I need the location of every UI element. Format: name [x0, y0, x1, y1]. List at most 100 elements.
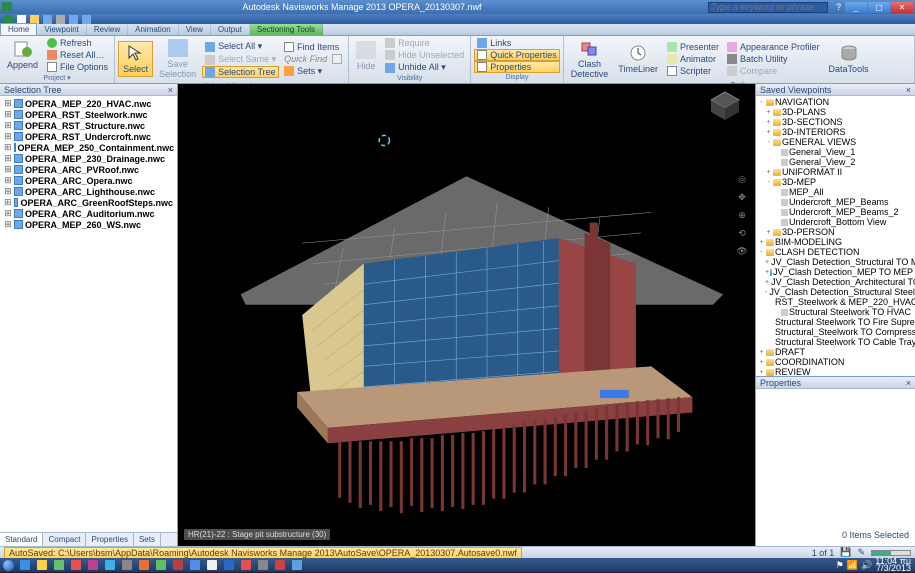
viewpoint-item[interactable]: +3D-PLANS	[757, 107, 914, 117]
scripter-button[interactable]: Scripter	[664, 65, 722, 77]
expand-icon[interactable]: -	[758, 249, 765, 256]
expand-icon[interactable]: +	[765, 169, 772, 176]
selection-tree-body[interactable]: ⊞OPERA_MEP_220_HVAC.nwc⊞OPERA_RST_Steelw…	[0, 96, 177, 532]
viewpoint-item[interactable]: Structural_Steelwork TO Compressed Air	[757, 327, 914, 337]
zoom-icon[interactable]: ⊕	[735, 210, 749, 224]
expand-icon[interactable]: -	[765, 179, 772, 186]
expand-icon[interactable]: +	[765, 279, 769, 286]
unhide-all-button[interactable]: Unhide All ▾	[382, 61, 467, 74]
tree-item[interactable]: ⊞OPERA_MEP_250_Containment.nwc	[2, 142, 175, 153]
appearance-profiler-button[interactable]: Appearance Profiler	[724, 41, 823, 53]
expand-icon[interactable]: ⊞	[4, 153, 12, 164]
taskbar-app-icon[interactable]	[220, 559, 237, 572]
window-minimize-button[interactable]: _	[845, 2, 867, 13]
reset-all-button[interactable]: Reset All…	[44, 49, 111, 61]
links-button[interactable]: Links	[474, 37, 560, 49]
redo-icon[interactable]	[82, 15, 91, 24]
expand-icon[interactable]: ⊞	[4, 164, 12, 175]
start-button[interactable]	[0, 558, 16, 572]
viewpoint-item[interactable]: +3D-PERSON	[757, 227, 914, 237]
viewpoint-item[interactable]: -GENERAL VIEWS	[757, 137, 914, 147]
expand-icon[interactable]: +	[765, 109, 772, 116]
tree-item[interactable]: ⊞OPERA_ARC_Opera.nwc	[2, 175, 175, 186]
expand-icon[interactable]: +	[765, 129, 772, 136]
viewpoint-item[interactable]: -NAVIGATION	[757, 97, 914, 107]
viewpoint-item[interactable]: MEP_All	[757, 187, 914, 197]
window-maximize-button[interactable]: ▢	[868, 2, 890, 13]
help-icon[interactable]: ?	[836, 2, 841, 12]
selection-tree-button[interactable]: Selection Tree	[202, 66, 279, 78]
viewpoint-item[interactable]: Undercroft_MEP_Beams_2	[757, 207, 914, 217]
viewpoint-item[interactable]: +BIM-MODELING	[757, 237, 914, 247]
tree-tab-compact[interactable]: Compact	[43, 533, 86, 546]
taskbar-app-icon[interactable]	[288, 559, 305, 572]
tree-item[interactable]: ⊞OPERA_MEP_260_WS.nwc	[2, 219, 175, 230]
tab-review[interactable]: Review	[87, 24, 128, 35]
viewpoint-item[interactable]: +JV_Clash Detection_Architectural TO MEP	[757, 277, 914, 287]
tree-item[interactable]: ⊞OPERA_ARC_Auditorium.nwc	[2, 208, 175, 219]
expand-icon[interactable]: ⊞	[4, 98, 12, 109]
tray-flag-icon[interactable]: ⚑	[836, 560, 844, 571]
viewpoint-item[interactable]: +3D-SECTIONS	[757, 117, 914, 127]
expand-icon[interactable]: +	[758, 369, 765, 376]
expand-icon[interactable]: ⊞	[4, 219, 12, 230]
viewpoint-item[interactable]: Undercroft_Bottom View	[757, 217, 914, 227]
steering-wheel-icon[interactable]: ◎	[735, 174, 749, 188]
expand-icon[interactable]: -	[758, 99, 765, 106]
select-button[interactable]: Select	[118, 41, 153, 77]
viewpoint-item[interactable]: +DRAFT	[757, 347, 914, 357]
viewpoint-item[interactable]: Undercroft_MEP_Beams	[757, 197, 914, 207]
tree-item[interactable]: ⊞OPERA_ARC_Lighthouse.nwc	[2, 186, 175, 197]
viewpoint-item[interactable]: +JV_Clash Detection_MEP TO MEP	[757, 267, 914, 277]
tab-output[interactable]: Output	[211, 24, 250, 35]
select-same-button[interactable]: Select Same ▾	[202, 53, 279, 66]
append-button[interactable]: Append	[3, 38, 42, 72]
batch-utility-button[interactable]: Batch Utility	[724, 53, 823, 65]
tree-tab-properties[interactable]: Properties	[86, 533, 133, 546]
tree-item[interactable]: ⊞OPERA_RST_Structure.nwc	[2, 120, 175, 131]
expand-icon[interactable]: ⊞	[4, 131, 12, 142]
viewpoint-item[interactable]: +JV_Clash Detection_Structural TO MEP	[757, 257, 914, 267]
compare-button[interactable]: Compare	[724, 65, 823, 77]
taskbar-app-icon[interactable]	[271, 559, 288, 572]
expand-icon[interactable]: +	[758, 349, 765, 356]
expand-icon[interactable]: ⊞	[4, 208, 12, 219]
expand-icon[interactable]: ⊞	[4, 120, 12, 131]
select-all-button[interactable]: Select All ▾	[202, 40, 279, 53]
expand-icon[interactable]: +	[758, 359, 765, 366]
taskbar-app-icon[interactable]	[237, 559, 254, 572]
quick-find-input[interactable]: Quick Find	[281, 53, 345, 65]
viewpoint-item[interactable]: -3D-MEP	[757, 177, 914, 187]
panel-close-icon[interactable]: ×	[168, 85, 173, 95]
save-icon[interactable]	[43, 15, 52, 24]
expand-icon[interactable]: -	[765, 289, 767, 296]
clash-detective-button[interactable]: Clash Detective	[567, 37, 613, 81]
taskbar-app-icon[interactable]	[101, 559, 118, 572]
taskbar-app-icon[interactable]	[135, 559, 152, 572]
viewcube[interactable]	[707, 88, 743, 124]
hide-button[interactable]: Hide	[352, 39, 380, 73]
taskbar-app-icon[interactable]	[50, 559, 67, 572]
taskbar-app-icon[interactable]	[118, 559, 135, 572]
refresh-button[interactable]: Refresh	[44, 37, 111, 49]
expand-icon[interactable]: +	[765, 119, 772, 126]
taskbar-app-icon[interactable]	[16, 559, 33, 572]
viewpoint-item[interactable]: +UNIFORMAT II	[757, 167, 914, 177]
system-tray[interactable]: ⚑ 📶 🔊 11:04 πμ 7/3/2013	[836, 558, 915, 572]
tree-item[interactable]: ⊞OPERA_MEP_220_HVAC.nwc	[2, 98, 175, 109]
datatools-button[interactable]: DataTools	[825, 42, 873, 76]
taskbar-app-icon[interactable]	[169, 559, 186, 572]
expand-icon[interactable]: +	[765, 259, 769, 266]
viewpoint-item[interactable]: Structural Steelwork TO Fire Supression	[757, 317, 914, 327]
taskbar-app-icon[interactable]	[152, 559, 169, 572]
taskbar-app-icon[interactable]	[33, 559, 50, 572]
tab-view[interactable]: View	[179, 24, 211, 35]
timeliner-button[interactable]: TimeLiner	[614, 42, 662, 76]
viewpoint-item[interactable]: RST_Steelwork & MEP_220_HVAC	[757, 297, 914, 307]
file-options-button[interactable]: File Options	[44, 61, 111, 73]
viewpoint-item[interactable]: -CLASH DETECTION	[757, 247, 914, 257]
expand-icon[interactable]: ⊞	[4, 109, 12, 120]
viewpoint-item[interactable]: General_View_1	[757, 147, 914, 157]
tree-item[interactable]: ⊞OPERA_RST_Undercroft.nwc	[2, 131, 175, 142]
require-button[interactable]: Require	[382, 37, 467, 49]
